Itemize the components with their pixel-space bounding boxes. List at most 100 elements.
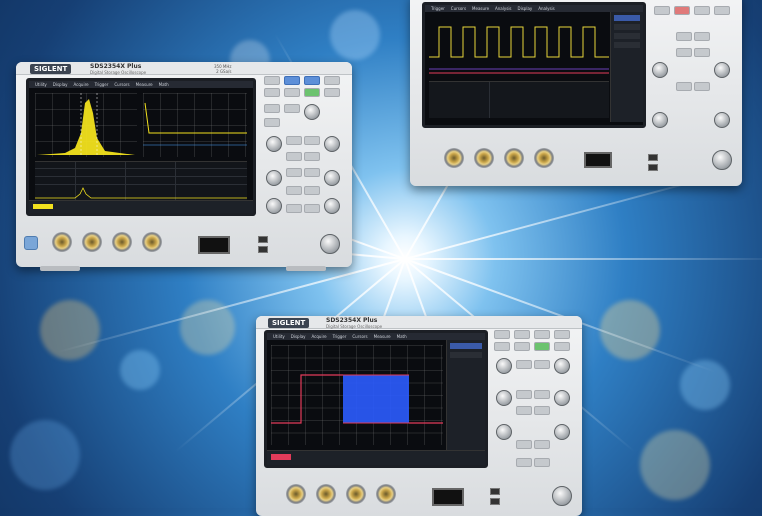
knob[interactable] — [496, 390, 512, 406]
button[interactable] — [534, 406, 550, 415]
usb-port[interactable] — [490, 488, 500, 495]
power-button[interactable] — [24, 236, 38, 250]
button[interactable] — [304, 152, 320, 161]
button[interactable] — [554, 330, 570, 339]
button[interactable] — [284, 88, 300, 97]
knob[interactable] — [652, 112, 668, 128]
menu-item: Display — [290, 334, 306, 339]
button[interactable] — [324, 88, 340, 97]
knob[interactable] — [324, 170, 340, 186]
button[interactable] — [654, 6, 670, 15]
knob[interactable] — [324, 198, 340, 214]
knob[interactable] — [266, 170, 282, 186]
knob[interactable] — [324, 136, 340, 152]
button[interactable] — [324, 76, 340, 85]
button[interactable] — [516, 406, 532, 415]
button[interactable] — [676, 82, 692, 91]
button[interactable] — [516, 360, 532, 369]
button[interactable] — [286, 136, 302, 145]
trend-trace — [143, 102, 247, 146]
button[interactable] — [694, 6, 710, 15]
button[interactable] — [676, 32, 692, 41]
button[interactable] — [284, 76, 300, 85]
channel-3-input[interactable] — [504, 148, 524, 168]
ext-trig-input[interactable] — [320, 234, 340, 254]
button[interactable] — [516, 458, 532, 467]
knob[interactable] — [304, 104, 320, 120]
channel-2-input[interactable] — [316, 484, 336, 504]
button[interactable] — [534, 440, 550, 449]
button[interactable] — [674, 6, 690, 15]
button[interactable] — [264, 118, 280, 127]
foot — [286, 266, 326, 271]
knob[interactable] — [652, 62, 668, 78]
button[interactable] — [494, 330, 510, 339]
menu-item: Measure — [472, 6, 490, 11]
channel-4-input[interactable] — [376, 484, 396, 504]
menu-item: Display — [517, 6, 533, 11]
button[interactable] — [304, 88, 320, 97]
button[interactable] — [264, 76, 280, 85]
knob[interactable] — [496, 424, 512, 440]
button[interactable] — [694, 82, 710, 91]
channel-2-input[interactable] — [474, 148, 494, 168]
channel-3-input[interactable] — [346, 484, 366, 504]
button[interactable] — [304, 76, 320, 85]
button[interactable] — [554, 342, 570, 351]
knob[interactable] — [266, 198, 282, 214]
button[interactable] — [534, 390, 550, 399]
channel-2-input[interactable] — [82, 232, 102, 252]
button[interactable] — [286, 186, 302, 195]
menu-bar: Trigger Cursors Measure Analysis Display… — [425, 5, 643, 12]
button[interactable] — [694, 48, 710, 57]
usb-port[interactable] — [258, 236, 268, 243]
button[interactable] — [264, 88, 280, 97]
button[interactable] — [534, 342, 550, 351]
display-window — [432, 488, 464, 506]
usb-port[interactable] — [648, 154, 658, 161]
channel-4-input[interactable] — [534, 148, 554, 168]
menu-bar: Utility Display Acquire Trigger Cursors … — [29, 81, 253, 88]
button[interactable] — [516, 440, 532, 449]
button[interactable] — [516, 390, 532, 399]
button[interactable] — [714, 6, 730, 15]
side-menu — [446, 340, 485, 452]
channel-1-input[interactable] — [286, 484, 306, 504]
ext-trig-input[interactable] — [552, 486, 572, 506]
button[interactable] — [694, 32, 710, 41]
usb-port[interactable] — [648, 164, 658, 171]
button[interactable] — [534, 458, 550, 467]
knob[interactable] — [496, 358, 512, 374]
knob[interactable] — [266, 136, 282, 152]
channel-4-input[interactable] — [142, 232, 162, 252]
knob[interactable] — [554, 358, 570, 374]
channel-1-input[interactable] — [52, 232, 72, 252]
button[interactable] — [534, 330, 550, 339]
channel-1-input[interactable] — [444, 148, 464, 168]
button[interactable] — [304, 168, 320, 177]
button[interactable] — [534, 360, 550, 369]
knob[interactable] — [554, 390, 570, 406]
ext-trig-input[interactable] — [712, 150, 732, 170]
usb-port[interactable] — [490, 498, 500, 505]
button[interactable] — [286, 168, 302, 177]
button[interactable] — [304, 204, 320, 213]
button[interactable] — [286, 152, 302, 161]
usb-port[interactable] — [258, 246, 268, 253]
button[interactable] — [304, 136, 320, 145]
oscilloscope-left-screen: Utility Display Acquire Trigger Cursors … — [26, 78, 256, 216]
button[interactable] — [284, 104, 300, 113]
button[interactable] — [514, 330, 530, 339]
channel-3-input[interactable] — [112, 232, 132, 252]
menu-item: Acquire — [73, 82, 89, 87]
model-name: SDS2354X Plus Digital Storage Oscillosco… — [326, 317, 382, 329]
button[interactable] — [286, 204, 302, 213]
button[interactable] — [514, 342, 530, 351]
button[interactable] — [676, 48, 692, 57]
knob[interactable] — [714, 112, 730, 128]
knob[interactable] — [554, 424, 570, 440]
button[interactable] — [264, 104, 280, 113]
button[interactable] — [494, 342, 510, 351]
button[interactable] — [304, 186, 320, 195]
knob[interactable] — [714, 62, 730, 78]
